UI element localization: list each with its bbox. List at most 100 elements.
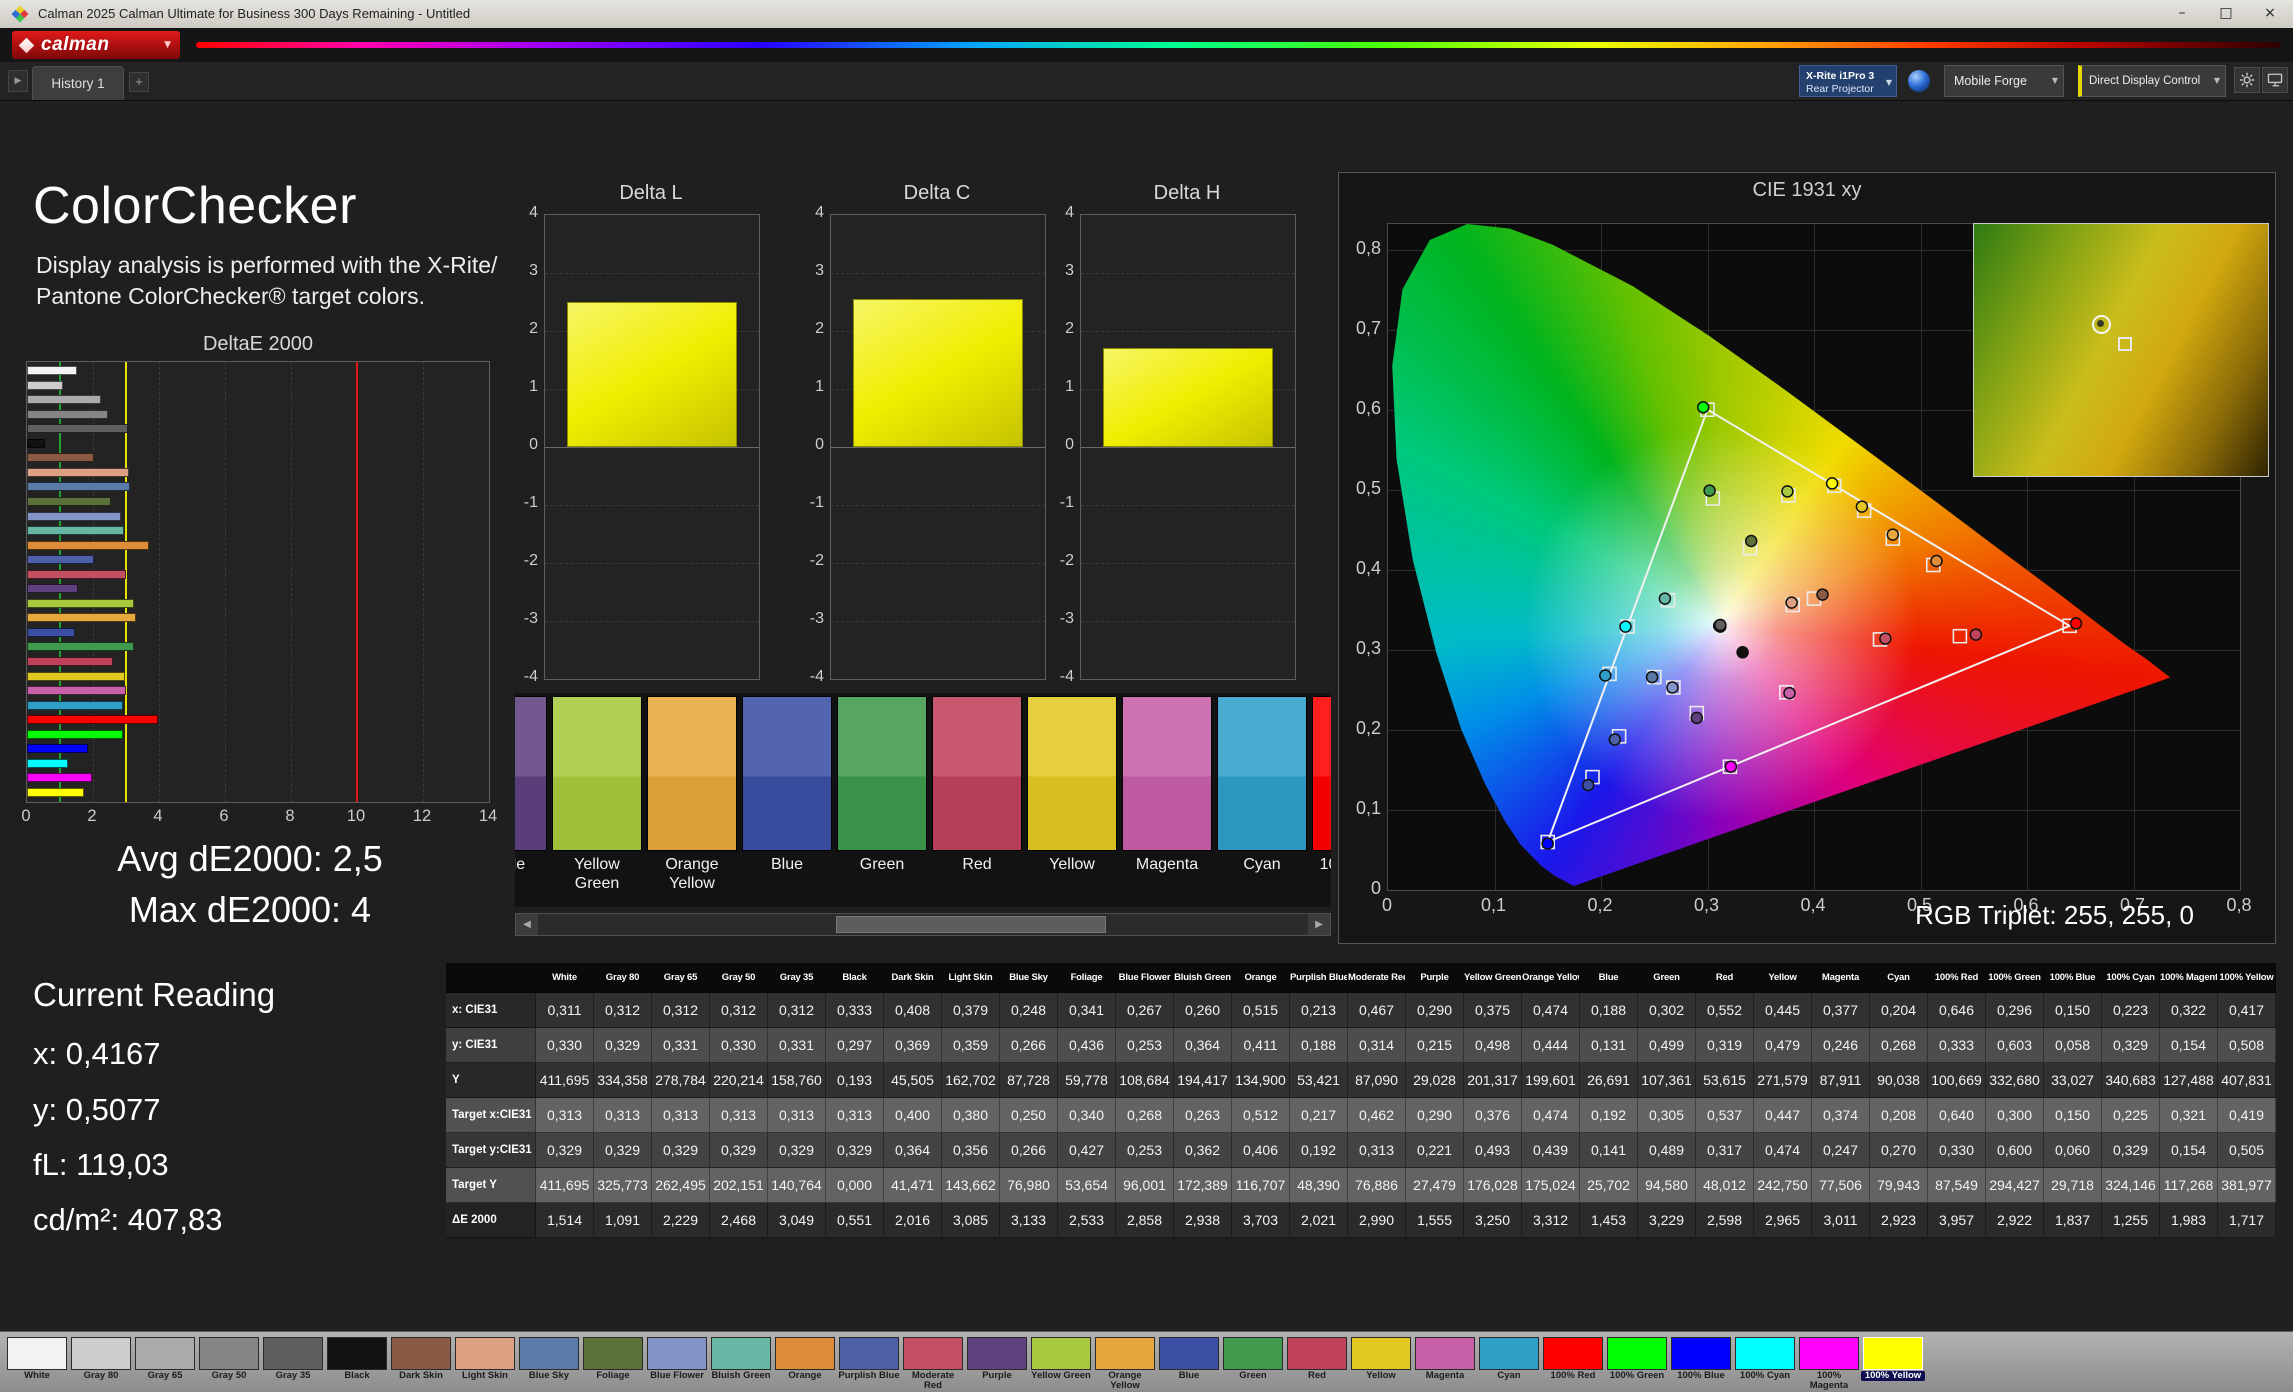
patch-swatch [1543, 1337, 1603, 1370]
close-button[interactable]: × [2248, 0, 2292, 28]
patch-button-magenta[interactable]: Magenta [1413, 1334, 1477, 1391]
patch-button-blue[interactable]: Blue [1157, 1334, 1221, 1391]
cie-measured-magenta [1784, 688, 1795, 699]
patch-button-orange-yellow[interactable]: Orange Yellow [1093, 1334, 1157, 1391]
patch-button-100-cyan[interactable]: 100% Cyan [1733, 1334, 1797, 1391]
patch-button-gray-50[interactable]: Gray 50 [197, 1334, 261, 1391]
scroll-thumb[interactable] [836, 916, 1106, 933]
meter-dropdown[interactable]: X-Rite i1Pro 3 Rear Projector ▼ [1799, 65, 1897, 97]
delta-gridline [545, 621, 759, 622]
patch-button-gray-80[interactable]: Gray 80 [69, 1334, 133, 1391]
source-dropdown[interactable]: Mobile Forge ▼ [1944, 65, 2064, 97]
table-cell: 0,150 [2044, 993, 2102, 1028]
calman-window: Calman 2025 Calman Ultimate for Business… [0, 0, 2293, 1392]
table-cell: 176,028 [1464, 1168, 1522, 1203]
table-cell: 87,728 [1000, 1063, 1058, 1098]
strip-patch-label: Yellow Green [552, 855, 642, 893]
patch-result-strip: PurpleYellow GreenOrange YellowBlueGreen… [515, 693, 1331, 907]
table-cell: 0,313 [594, 1098, 652, 1133]
cie-measured-yellow [1856, 501, 1867, 512]
table-cell: 0,479 [1754, 1028, 1812, 1063]
patch-button-gray-65[interactable]: Gray 65 [133, 1334, 197, 1391]
patch-button-blue-flower[interactable]: Blue Flower [645, 1334, 709, 1391]
patch-button-100-magenta[interactable]: 100% Magenta [1797, 1334, 1861, 1391]
cie-measured-cyan [1600, 670, 1611, 681]
cie-x-tick: 0,1 [1472, 895, 1516, 916]
table-cell: 0,150 [2044, 1098, 2102, 1133]
minimize-button[interactable]: – [2160, 0, 2204, 28]
table-cell: 59,778 [1058, 1063, 1116, 1098]
patch-button-dark-skin[interactable]: Dark Skin [389, 1334, 453, 1391]
cie-y-tick: 0,3 [1341, 638, 1381, 659]
table-cell: 29,028 [1406, 1063, 1464, 1098]
patch-button-gray-35[interactable]: Gray 35 [261, 1334, 325, 1391]
table-cell: 0,329 [594, 1028, 652, 1063]
tab-scroll-button[interactable]: ▶ [8, 70, 28, 92]
strip-patch-label: Magenta [1122, 855, 1212, 874]
table-cell: 0,359 [942, 1028, 1000, 1063]
maximize-button[interactable]: □ [2204, 0, 2248, 28]
patch-button-100-yellow[interactable]: 100% Yellow [1861, 1334, 1925, 1391]
calman-logo-menu[interactable]: calman ▼ [12, 31, 180, 59]
tab-history-1[interactable]: History 1 [32, 66, 124, 100]
table-cell: 175,024 [1522, 1168, 1580, 1203]
table-cell: 27,479 [1406, 1168, 1464, 1203]
deltae-bar-blue [27, 628, 75, 637]
patch-button-label: 100% Green [1605, 1371, 1669, 1381]
delta-y-tick: 3 [1038, 262, 1074, 280]
delta-gridline [545, 563, 759, 564]
table-cell: 0,419 [2218, 1098, 2276, 1133]
table-cell: 0,208 [1870, 1098, 1928, 1133]
patch-button-bluish-green[interactable]: Bluish Green [709, 1334, 773, 1391]
patch-button-purple[interactable]: Purple [965, 1334, 1029, 1391]
cie-measured-100-magenta [1725, 761, 1736, 772]
patch-swatch [1799, 1337, 1859, 1370]
patch-button-orange[interactable]: Orange [773, 1334, 837, 1391]
patch-button-100-blue[interactable]: 100% Blue [1669, 1334, 1733, 1391]
cie-y-tick: 0,1 [1341, 798, 1381, 819]
table-header-yellow: Yellow [1754, 963, 1812, 993]
patch-button-foliage[interactable]: Foliage [581, 1334, 645, 1391]
cie-y-tick: 0,6 [1341, 398, 1381, 419]
patch-button-red[interactable]: Red [1285, 1334, 1349, 1391]
strip-swatch [1122, 696, 1212, 851]
patch-button-yellow-green[interactable]: Yellow Green [1029, 1334, 1093, 1391]
settings-button[interactable] [2234, 67, 2260, 93]
patch-button-black[interactable]: Black [325, 1334, 389, 1391]
table-cell: 0,000 [826, 1168, 884, 1203]
display-control-dropdown[interactable]: Direct Display Control ▼ [2078, 65, 2226, 97]
delta-gridline [1081, 621, 1295, 622]
table-cell: 0,246 [1812, 1028, 1870, 1063]
table-cell: 2,965 [1754, 1203, 1812, 1238]
add-tab-button[interactable]: + [129, 72, 149, 92]
cie-measured-100-blue [1542, 838, 1553, 849]
table-cell: 0,377 [1812, 993, 1870, 1028]
table-cell: 25,702 [1580, 1168, 1638, 1203]
scroll-right-arrow[interactable]: ▶ [1308, 914, 1330, 935]
patch-swatch [391, 1337, 451, 1370]
patch-button-blue-sky[interactable]: Blue Sky [517, 1334, 581, 1391]
patch-button-yellow[interactable]: Yellow [1349, 1334, 1413, 1391]
table-cell: 76,886 [1348, 1168, 1406, 1203]
calman-logo-text: calman [41, 34, 109, 56]
patch-button-100-green[interactable]: 100% Green [1605, 1334, 1669, 1391]
patch-button-purplish-blue[interactable]: Purplish Blue [837, 1334, 901, 1391]
patch-button-moderate-red[interactable]: Moderate Red [901, 1334, 965, 1391]
patch-button-100-red[interactable]: 100% Red [1541, 1334, 1605, 1391]
table-cell: 0,253 [1116, 1028, 1174, 1063]
table-cell: 79,943 [1870, 1168, 1928, 1203]
patch-button-white[interactable]: White [5, 1334, 69, 1391]
patch-button-cyan[interactable]: Cyan [1477, 1334, 1541, 1391]
strip-swatch [552, 696, 642, 851]
workspace-button[interactable] [2262, 67, 2288, 93]
patch-button-label: Magenta [1413, 1371, 1477, 1381]
patch-button-label: Light Skin [453, 1371, 517, 1381]
table-cell: 2,938 [1174, 1203, 1232, 1238]
strip-scrollbar[interactable]: ◀ ▶ [515, 913, 1331, 936]
table-cell: 41,471 [884, 1168, 942, 1203]
table-row-label: Y [446, 1063, 536, 1098]
scroll-left-arrow[interactable]: ◀ [516, 914, 538, 935]
strip-swatch [1217, 696, 1307, 851]
patch-button-green[interactable]: Green [1221, 1334, 1285, 1391]
patch-button-light-skin[interactable]: Light Skin [453, 1334, 517, 1391]
